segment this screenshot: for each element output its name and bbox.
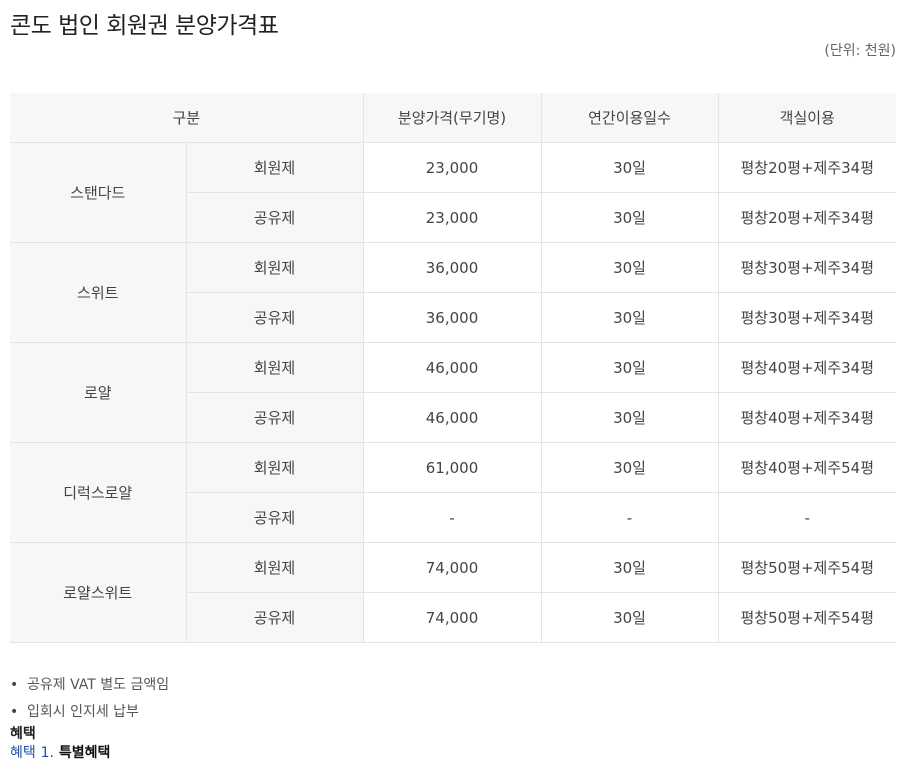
rooms-cell: - [717, 492, 897, 543]
rooms-cell: 평창40평+제주34평 [717, 342, 897, 393]
rooms-cell: 평창50평+제주54평 [717, 542, 897, 593]
header-price: 분양가격(무기명) [362, 93, 542, 143]
category-cell: 로얄스위트 [10, 542, 187, 643]
type-cell: 공유제 [186, 492, 364, 543]
type-cell: 회원제 [185, 242, 364, 293]
table-row: 로얄 회원제 46,000 30일 평창40평+제주34평 [10, 342, 897, 443]
list-item: • 공유제 VAT 별도 금액임 [10, 672, 169, 699]
note-text: 입회시 인지세 납부 [27, 704, 139, 720]
rooms-cell: 평창30평+제주34평 [717, 242, 897, 293]
category-cell: 디럭스로얄 [10, 442, 187, 543]
price-cell: 23,000 [362, 192, 542, 243]
days-cell: 30일 [540, 292, 719, 343]
unit-note: (단위: 천원) [824, 43, 896, 59]
type-cell: 회원제 [185, 542, 364, 593]
price-cell: 61,000 [362, 442, 542, 493]
benefit-heading: 혜택 [10, 726, 36, 742]
benefit-text: 특별혜택 [58, 745, 111, 761]
rooms-cell: 평창20평+제주34평 [717, 142, 897, 193]
price-cell: 23,000 [362, 142, 542, 193]
category-cell: 스위트 [10, 242, 187, 343]
table-header-row: 구분 분양가격(무기명) 연간이용일수 객실이용 [10, 93, 897, 143]
type-cell: 공유제 [186, 192, 364, 243]
price-cell: 46,000 [362, 342, 542, 393]
days-cell: 30일 [540, 192, 719, 243]
days-cell: 30일 [540, 142, 719, 193]
days-cell: 30일 [540, 392, 719, 443]
table-row: 로얄스위트 회원제 74,000 30일 평창50평+제주54평 [10, 542, 897, 643]
days-cell: - [540, 492, 719, 543]
table-row: 디럭스로얄 회원제 61,000 30일 평창40평+제주54평 [10, 442, 897, 543]
price-cell: 46,000 [362, 392, 542, 443]
rooms-cell: 평창50평+제주54평 [717, 592, 897, 643]
days-cell: 30일 [540, 242, 719, 293]
bullet-icon: • [10, 704, 19, 720]
table-row: 스위트 회원제 36,000 30일 평창30평+제주34평 [10, 242, 897, 343]
category-cell: 로얄 [10, 342, 187, 443]
days-cell: 30일 [540, 442, 719, 493]
type-cell: 공유제 [186, 392, 364, 443]
header-category: 구분 [10, 93, 364, 143]
price-cell: - [362, 492, 542, 543]
price-cell: 36,000 [362, 292, 542, 343]
header-rooms: 객실이용 [717, 93, 897, 143]
price-cell: 74,000 [362, 542, 542, 593]
benefit-prefix: 혜택 [10, 745, 36, 761]
type-cell: 공유제 [186, 592, 364, 643]
price-table: 구분 분양가격(무기명) 연간이용일수 객실이용 스탠다드 회원제 23,000… [10, 93, 897, 643]
category-cell: 스탠다드 [10, 142, 187, 243]
list-item: • 입회시 인지세 납부 [10, 699, 169, 726]
page-title: 콘도 법인 회원권 분양가격표 [10, 13, 279, 39]
days-cell: 30일 [540, 592, 719, 643]
price-cell: 36,000 [362, 242, 542, 293]
header-days: 연간이용일수 [540, 93, 719, 143]
price-cell: 74,000 [362, 592, 542, 643]
note-text: 공유제 VAT 별도 금액임 [27, 677, 170, 693]
benefit-line: 혜택 1. 특별혜택 [10, 742, 110, 762]
type-cell: 회원제 [185, 342, 364, 393]
table-row: 스탠다드 회원제 23,000 30일 평창20평+제주34평 [10, 142, 897, 243]
rooms-cell: 평창20평+제주34평 [717, 192, 897, 243]
bullet-icon: • [10, 677, 19, 693]
benefit-number: 1. [40, 745, 54, 761]
days-cell: 30일 [540, 342, 719, 393]
notes-list: • 공유제 VAT 별도 금액임 • 입회시 인지세 납부 [10, 672, 169, 726]
type-cell: 회원제 [185, 442, 364, 493]
type-cell: 회원제 [185, 142, 364, 193]
days-cell: 30일 [540, 542, 719, 593]
type-cell: 공유제 [186, 292, 364, 343]
rooms-cell: 평창30평+제주34평 [717, 292, 897, 343]
rooms-cell: 평창40평+제주34평 [717, 392, 897, 443]
rooms-cell: 평창40평+제주54평 [717, 442, 897, 493]
